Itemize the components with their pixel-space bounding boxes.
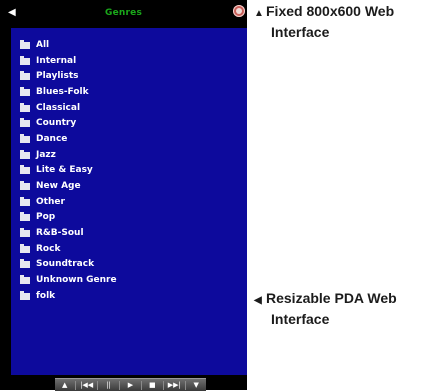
genre-label: Classical <box>36 102 81 113</box>
genre-item[interactable]: Other <box>20 194 117 210</box>
genre-list: All Internal Playlists Blues-Folk Classical C… <box>20 37 117 304</box>
genre-item[interactable]: R&B-Soul <box>20 225 117 241</box>
genre-item[interactable]: Dance <box>20 131 117 147</box>
genre-label: R&B-Soul <box>36 228 84 239</box>
folder-icon <box>20 228 30 238</box>
genre-label: Lite & Easy <box>36 165 93 176</box>
genre-item[interactable]: Classical <box>20 100 117 116</box>
genre-label: Dance <box>36 133 68 144</box>
fixed-note-line2: Interface <box>271 24 330 40</box>
folder-icon <box>20 133 30 143</box>
resizable-interface-note: ◀ Resizable PDA Web Interface <box>254 289 397 329</box>
genre-item[interactable]: folk <box>20 288 117 304</box>
folder-icon <box>20 259 30 269</box>
folder-icon <box>20 181 30 191</box>
play-icon[interactable]: ▶ <box>121 379 139 391</box>
control-divider <box>162 380 164 390</box>
genre-label: Other <box>36 196 65 207</box>
folder-icon <box>20 212 30 222</box>
genre-item[interactable]: Country <box>20 115 117 131</box>
genre-label: Playlists <box>36 71 79 82</box>
control-divider <box>118 380 120 390</box>
down-arrow-icon[interactable]: ▼ <box>187 379 205 391</box>
folder-icon <box>20 86 30 96</box>
previous-icon[interactable]: |◀◀ <box>78 379 96 391</box>
genre-item[interactable]: Internal <box>20 53 117 69</box>
resizable-note-line2: Interface <box>271 311 330 327</box>
control-divider <box>97 380 99 390</box>
folder-icon <box>20 149 30 159</box>
genre-item[interactable]: Blues-Folk <box>20 84 117 100</box>
folder-icon <box>20 290 30 300</box>
control-divider <box>75 380 77 390</box>
genre-label: All <box>36 39 50 50</box>
control-divider <box>140 380 142 390</box>
genre-item[interactable]: Soundtrack <box>20 257 117 273</box>
genre-label: Blues-Folk <box>36 86 89 97</box>
genre-label: Country <box>36 118 77 129</box>
folder-icon <box>20 165 30 175</box>
folder-icon <box>20 55 30 65</box>
genre-item[interactable]: Playlists <box>20 68 117 84</box>
up-triangle-icon: ▲ <box>254 8 264 19</box>
genre-label: Unknown Genre <box>36 275 117 286</box>
genre-label: folk <box>36 290 56 301</box>
genre-label: Rock <box>36 243 61 254</box>
genre-item[interactable]: Jazz <box>20 147 117 163</box>
folder-icon <box>20 39 30 49</box>
left-triangle-icon: ◀ <box>254 295 262 306</box>
folder-icon <box>20 71 30 81</box>
genre-label: Internal <box>36 55 77 66</box>
resizable-note-line1: Resizable PDA Web <box>266 290 397 306</box>
genre-item[interactable]: Rock <box>20 241 117 257</box>
fixed-interface-note: ▲ Fixed 800x600 Web Interface <box>254 2 394 42</box>
folder-icon <box>20 118 30 128</box>
genre-item[interactable]: New Age <box>20 178 117 194</box>
playback-controls: ▲ |◀◀ || ▶ ■ ▶▶| ▼ <box>55 378 206 391</box>
fixed-note-line1: Fixed 800x600 Web <box>266 3 395 19</box>
genre-label: Pop <box>36 212 56 223</box>
control-divider <box>184 380 186 390</box>
genre-item[interactable]: Pop <box>20 210 117 226</box>
genre-label: New Age <box>36 181 81 192</box>
genre-item[interactable]: All <box>20 37 117 53</box>
folder-icon <box>20 243 30 253</box>
top-bar: ◀ Genres <box>0 0 247 28</box>
genre-label: Soundtrack <box>36 259 95 270</box>
pause-icon[interactable]: || <box>100 379 118 391</box>
folder-icon <box>20 102 30 112</box>
genre-item[interactable]: Unknown Genre <box>20 272 117 288</box>
genre-item[interactable]: Lite & Easy <box>20 163 117 179</box>
genre-label: Jazz <box>36 149 56 160</box>
folder-icon <box>20 275 30 285</box>
home-icon[interactable] <box>233 5 245 17</box>
stop-icon[interactable]: ■ <box>143 379 161 391</box>
page-title: Genres <box>105 8 142 18</box>
pda-screen: ◀ Genres All Internal Playlists Blues-Folk C… <box>0 0 247 391</box>
up-arrow-icon[interactable]: ▲ <box>56 379 74 391</box>
next-icon[interactable]: ▶▶| <box>165 379 183 391</box>
genre-panel: All Internal Playlists Blues-Folk Classical C… <box>11 28 247 375</box>
folder-icon <box>20 196 30 206</box>
